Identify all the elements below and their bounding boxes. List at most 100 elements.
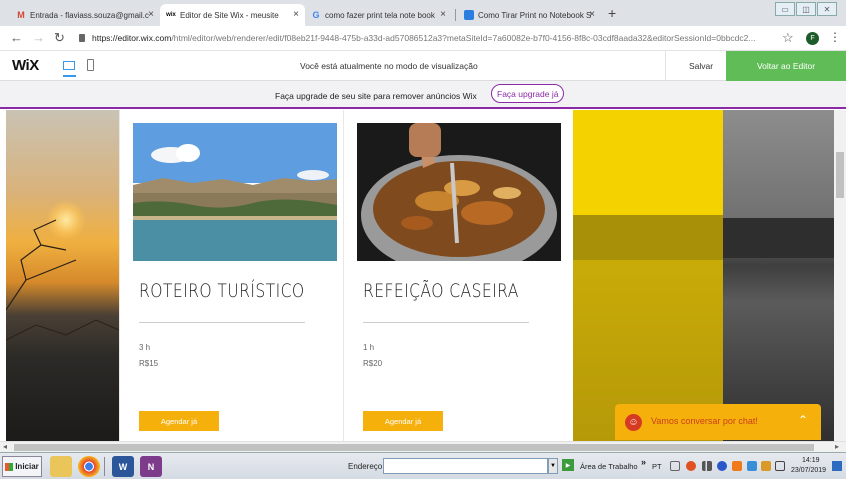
service-title: REFEIÇÃO CASEIRA bbox=[363, 280, 519, 302]
tab-google-search[interactable]: G como fazer print tela note book × bbox=[305, 4, 452, 26]
start-button[interactable]: Iniciar bbox=[2, 456, 42, 477]
onenote-icon[interactable]: N bbox=[140, 456, 162, 477]
close-window-button[interactable]: ✕ bbox=[817, 2, 837, 16]
wix-logo: WiX bbox=[12, 57, 39, 74]
desktop-toolbar-label[interactable]: Área de Trabalho bbox=[580, 462, 638, 471]
url-path: /html/editor/web/renderer/edit/f08eb21f-… bbox=[171, 33, 756, 43]
file-explorer-icon[interactable] bbox=[50, 456, 72, 477]
forward-arrow-icon[interactable]: → bbox=[32, 30, 45, 45]
windows-taskbar: Iniciar W N Endereço ▼ ▶ Área de Trabalh… bbox=[0, 452, 846, 479]
scroll-left-arrow-icon[interactable]: ◂ bbox=[3, 442, 7, 451]
grayscale-image bbox=[723, 110, 834, 441]
service-card: ROTEIRO TURÍSTICO 3 h R$15 Agendar já bbox=[119, 110, 350, 441]
service-title: ROTEIRO TURÍSTICO bbox=[139, 280, 305, 302]
show-desktop-button[interactable] bbox=[832, 461, 842, 471]
sunset-background-image bbox=[6, 110, 119, 441]
service-duration: 1 h bbox=[363, 343, 375, 352]
service-duration: 3 h bbox=[139, 343, 151, 352]
clock-time[interactable]: 14:19 bbox=[802, 457, 820, 464]
minimize-button[interactable]: ▭ bbox=[775, 2, 795, 16]
desktop-view-indicator bbox=[63, 75, 76, 77]
chat-widget[interactable]: ☺ Vamos conversar por chat! ⌃ bbox=[615, 404, 821, 440]
go-icon[interactable]: ▶ bbox=[562, 459, 574, 471]
service-card: REFEIÇÃO CASEIRA 1 h R$20 Agendar já bbox=[343, 110, 574, 441]
language-indicator[interactable]: PT bbox=[652, 462, 662, 471]
bluetooth-icon[interactable] bbox=[717, 461, 727, 471]
windows-logo-icon bbox=[5, 462, 14, 471]
bookmark-icon bbox=[464, 10, 474, 20]
desktop-view-icon[interactable] bbox=[63, 61, 75, 70]
address-dropdown-icon[interactable]: ▼ bbox=[548, 458, 558, 474]
mobile-view-icon[interactable] bbox=[87, 59, 94, 71]
divider bbox=[665, 51, 666, 81]
divider bbox=[363, 322, 529, 323]
signal-icon[interactable] bbox=[702, 461, 712, 471]
wix-preview-bar: WiX Você está atualmente no modo de visu… bbox=[0, 51, 846, 81]
app-tray-icon[interactable] bbox=[761, 461, 771, 471]
close-icon[interactable]: × bbox=[440, 9, 446, 20]
scroll-thumb[interactable] bbox=[14, 444, 814, 451]
bookmark-star-icon[interactable]: ☆ bbox=[782, 30, 794, 46]
tab-title: Editor de Site Wix - meusite bbox=[180, 10, 279, 20]
food-photo bbox=[357, 123, 561, 261]
word-icon[interactable]: W bbox=[112, 456, 134, 477]
chrome-icon[interactable] bbox=[78, 456, 100, 477]
battery-icon[interactable] bbox=[775, 461, 785, 471]
gmail-icon: M bbox=[17, 10, 25, 20]
tab-title: Entrada - flaviass.souza@gmail.c bbox=[30, 10, 149, 20]
landscape-photo bbox=[133, 123, 337, 261]
app-tray-icon[interactable] bbox=[732, 461, 742, 471]
upgrade-message: Faça upgrade de seu site para remover an… bbox=[275, 91, 477, 101]
reload-icon[interactable]: ↻ bbox=[54, 30, 65, 46]
more-chevron-icon[interactable]: » bbox=[641, 457, 646, 467]
save-button[interactable]: Salvar bbox=[689, 61, 713, 71]
divider bbox=[139, 322, 305, 323]
new-tab-button[interactable]: + bbox=[608, 5, 616, 21]
close-icon[interactable]: × bbox=[148, 9, 154, 20]
address-bar: ← → ↻ https://editor.wix.com/html/editor… bbox=[0, 26, 846, 51]
tab-gmail[interactable]: M Entrada - flaviass.souza@gmail.c × bbox=[10, 4, 160, 26]
stew-pot-image bbox=[357, 123, 561, 261]
tab-print-notebook[interactable]: Como Tirar Print no Notebook S × bbox=[458, 4, 601, 26]
tab-divider bbox=[455, 9, 456, 21]
start-label: Iniciar bbox=[15, 462, 39, 471]
hill-area bbox=[573, 215, 723, 265]
back-to-editor-button[interactable]: Voltar ao Editor bbox=[726, 51, 846, 81]
lake-landscape-image bbox=[133, 123, 337, 261]
address-input[interactable] bbox=[383, 458, 548, 474]
hill-area bbox=[723, 218, 834, 258]
close-icon[interactable]: × bbox=[589, 9, 595, 20]
flag-icon[interactable] bbox=[670, 461, 680, 471]
vertical-scrollbar[interactable] bbox=[834, 110, 846, 441]
scroll-right-arrow-icon[interactable]: ▸ bbox=[835, 442, 839, 451]
scroll-thumb[interactable] bbox=[836, 152, 844, 198]
url-host: https://editor.wix.com bbox=[92, 33, 172, 43]
sky-area bbox=[573, 110, 723, 220]
profile-avatar[interactable]: F bbox=[806, 32, 819, 45]
book-now-button[interactable]: Agendar já bbox=[139, 411, 219, 431]
wix-icon: wix bbox=[166, 12, 176, 18]
maximize-button[interactable]: ◫ bbox=[796, 2, 816, 16]
horizontal-scrollbar[interactable]: ◂ ▸ bbox=[0, 441, 846, 452]
chevron-up-icon[interactable]: ⌃ bbox=[798, 413, 808, 427]
book-now-button[interactable]: Agendar já bbox=[363, 411, 443, 431]
divider bbox=[104, 457, 105, 476]
app-tray-icon[interactable] bbox=[686, 461, 696, 471]
upgrade-now-button[interactable]: Faça upgrade já bbox=[491, 84, 565, 103]
back-arrow-icon[interactable]: ← bbox=[10, 30, 23, 45]
yellow-tinted-image bbox=[573, 110, 723, 441]
menu-kebab-icon[interactable]: ⋮ bbox=[829, 30, 841, 44]
lock-icon bbox=[79, 34, 85, 42]
close-icon[interactable]: × bbox=[293, 9, 299, 20]
tab-title: Como Tirar Print no Notebook S bbox=[478, 10, 592, 20]
chat-label: Vamos conversar por chat! bbox=[651, 416, 758, 426]
url-field[interactable]: https://editor.wix.com/html/editor/web/r… bbox=[92, 33, 772, 43]
app-tray-icon[interactable] bbox=[747, 461, 757, 471]
tab-wix-editor[interactable]: wix Editor de Site Wix - meusite × bbox=[160, 4, 305, 26]
clock-date[interactable]: 23/07/2019 bbox=[791, 467, 826, 474]
browser-tab-strip: M Entrada - flaviass.souza@gmail.c × wix… bbox=[0, 0, 846, 26]
upgrade-banner: Faça upgrade de seu site para remover an… bbox=[0, 81, 846, 109]
chat-smiley-icon: ☺ bbox=[625, 414, 642, 431]
google-icon: G bbox=[312, 10, 320, 20]
preview-mode-message: Você está atualmente no modo de visualiz… bbox=[300, 61, 478, 71]
